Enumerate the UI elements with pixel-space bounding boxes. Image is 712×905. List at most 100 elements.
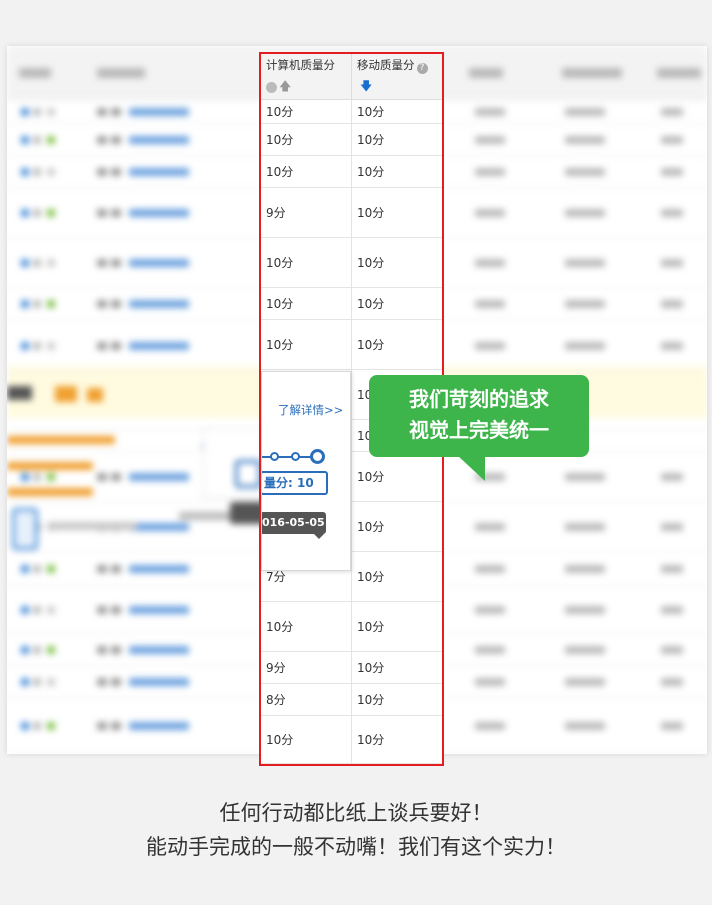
pc-quality-cell: 9分: [261, 652, 352, 683]
blurred-cell: [33, 678, 41, 686]
trend-point[interactable]: [270, 452, 279, 461]
callout-bubble: 我们苛刻的追求 视觉上完美统一: [369, 375, 589, 457]
blurred-cell: [97, 259, 107, 267]
blurred-cell: [33, 108, 41, 116]
blurred-cell: [97, 473, 107, 481]
blurred-cell: [565, 565, 605, 573]
blurred-cell: [661, 646, 683, 654]
mobile-quality-label: 移动质量分: [357, 58, 415, 72]
pc-quality-cell: 10分: [261, 602, 352, 651]
blurred-cell: [475, 606, 505, 614]
quality-row: 10分 10分: [261, 238, 442, 288]
blurred-cell: [97, 565, 107, 573]
blurred-cell: [21, 259, 29, 267]
blurred-cell: [661, 209, 683, 217]
quality-row: 10分 10分: [261, 100, 442, 124]
blurred-cell: [565, 108, 605, 116]
blurred-cell: [97, 606, 107, 614]
blurred-cell: [661, 722, 683, 730]
arrow-down-icon[interactable]: 🡇: [360, 80, 372, 92]
mobile-quality-cell: 10分: [357, 620, 385, 634]
blurred-cell: [565, 678, 605, 686]
mobile-quality-cell: 10分: [357, 661, 385, 675]
blurred-cell: [661, 678, 683, 686]
blurred-cell: [47, 168, 55, 176]
blurred-cell: [129, 523, 189, 531]
blurred-cell: [475, 565, 505, 573]
blurred-cell: [47, 606, 55, 614]
blurred-cell: [129, 168, 189, 176]
blurred-cell: [111, 722, 121, 730]
blurred-cell: [475, 722, 505, 730]
blurred-cell: [47, 722, 55, 730]
help-icon[interactable]: ?: [416, 63, 428, 74]
blurred-cell: [33, 646, 41, 654]
quality-row: 9分 10分: [261, 188, 442, 238]
quality-row: 10分 10分: [261, 156, 442, 188]
blurred-cell: [129, 606, 189, 614]
blurred-cell: [111, 473, 121, 481]
arrow-up-icon[interactable]: 🡅: [279, 80, 291, 92]
blurred-cell: [111, 300, 121, 308]
blurred-cell: [475, 646, 505, 654]
pc-quality-cell: 10分: [261, 320, 352, 369]
mobile-quality-cell: 10分: [357, 165, 385, 179]
pc-quality-header[interactable]: 计算机质量分 🡅: [261, 54, 352, 100]
blurred-cell: [33, 473, 41, 481]
blurred-cell: [33, 209, 41, 217]
blurred-cell: [565, 722, 605, 730]
blurred-cell: [129, 678, 189, 686]
learn-more-link[interactable]: 了解详情>>: [278, 402, 343, 418]
trend-point[interactable]: [291, 452, 300, 461]
blurred-cell: [129, 300, 189, 308]
blurred-cell: [475, 168, 505, 176]
blurred-cell: [97, 209, 107, 217]
quality-score-header: 计算机质量分 🡅 移动质量分? 🡇: [261, 54, 442, 100]
mobile-quality-cell: 10分: [357, 256, 385, 270]
blurred-cell: [565, 342, 605, 350]
blurred-cell: [33, 565, 41, 573]
blurred-cell: [21, 646, 29, 654]
quality-row: 10分 10分: [261, 288, 442, 320]
blurred-cell: [33, 259, 41, 267]
pc-quality-cell: 9分: [261, 188, 352, 237]
pc-quality-cell: 10分: [261, 100, 352, 123]
blurred-cell: [565, 646, 605, 654]
blurred-cell: [47, 565, 55, 573]
blurred-cell: [129, 473, 189, 481]
mobile-quality-header[interactable]: 移动质量分? 🡇: [352, 54, 442, 100]
blurred-cell: [661, 523, 683, 531]
blurred-cell: [661, 565, 683, 573]
blurred-cell: [661, 168, 683, 176]
blurred-cell: [21, 209, 29, 217]
blurred-cell: [33, 300, 41, 308]
blurred-cell: [129, 565, 189, 573]
pc-quality-cell: 10分: [261, 156, 352, 187]
quality-row: 8分 10分: [261, 684, 442, 716]
blurred-cell: [661, 136, 683, 144]
blurred-cell: [21, 678, 29, 686]
mobile-quality-cell: 10分: [357, 297, 385, 311]
blurred-cell: [111, 646, 121, 654]
blurred-cell: [47, 678, 55, 686]
blurred-cell: [475, 209, 505, 217]
quality-row: 9分 10分: [261, 652, 442, 684]
blurred-cell: [129, 722, 189, 730]
callout-tail: [457, 455, 485, 481]
mobile-quality-cell: 10分: [357, 570, 385, 584]
blurred-cell: [475, 678, 505, 686]
pc-quality-cell: 10分: [261, 124, 352, 155]
blurred-cell: [33, 722, 41, 730]
blurred-cell: [565, 209, 605, 217]
blurred-cell: [111, 209, 121, 217]
quality-trend-popup: 了解详情>> 量分: 10 016-05-05: [261, 371, 351, 571]
blurred-cell: [475, 136, 505, 144]
trend-point-selected[interactable]: [310, 449, 325, 464]
blurred-cell: [97, 722, 107, 730]
caption-line-2: 能动手完成的一般不动嘴！我们有这个实力！: [146, 835, 566, 859]
mobile-quality-cell: 10分: [357, 470, 385, 484]
help-icon[interactable]: [266, 82, 277, 93]
pc-quality-cell: 10分: [261, 238, 352, 287]
date-tooltip-pointer: [314, 534, 324, 539]
blurred-cell: [21, 108, 29, 116]
